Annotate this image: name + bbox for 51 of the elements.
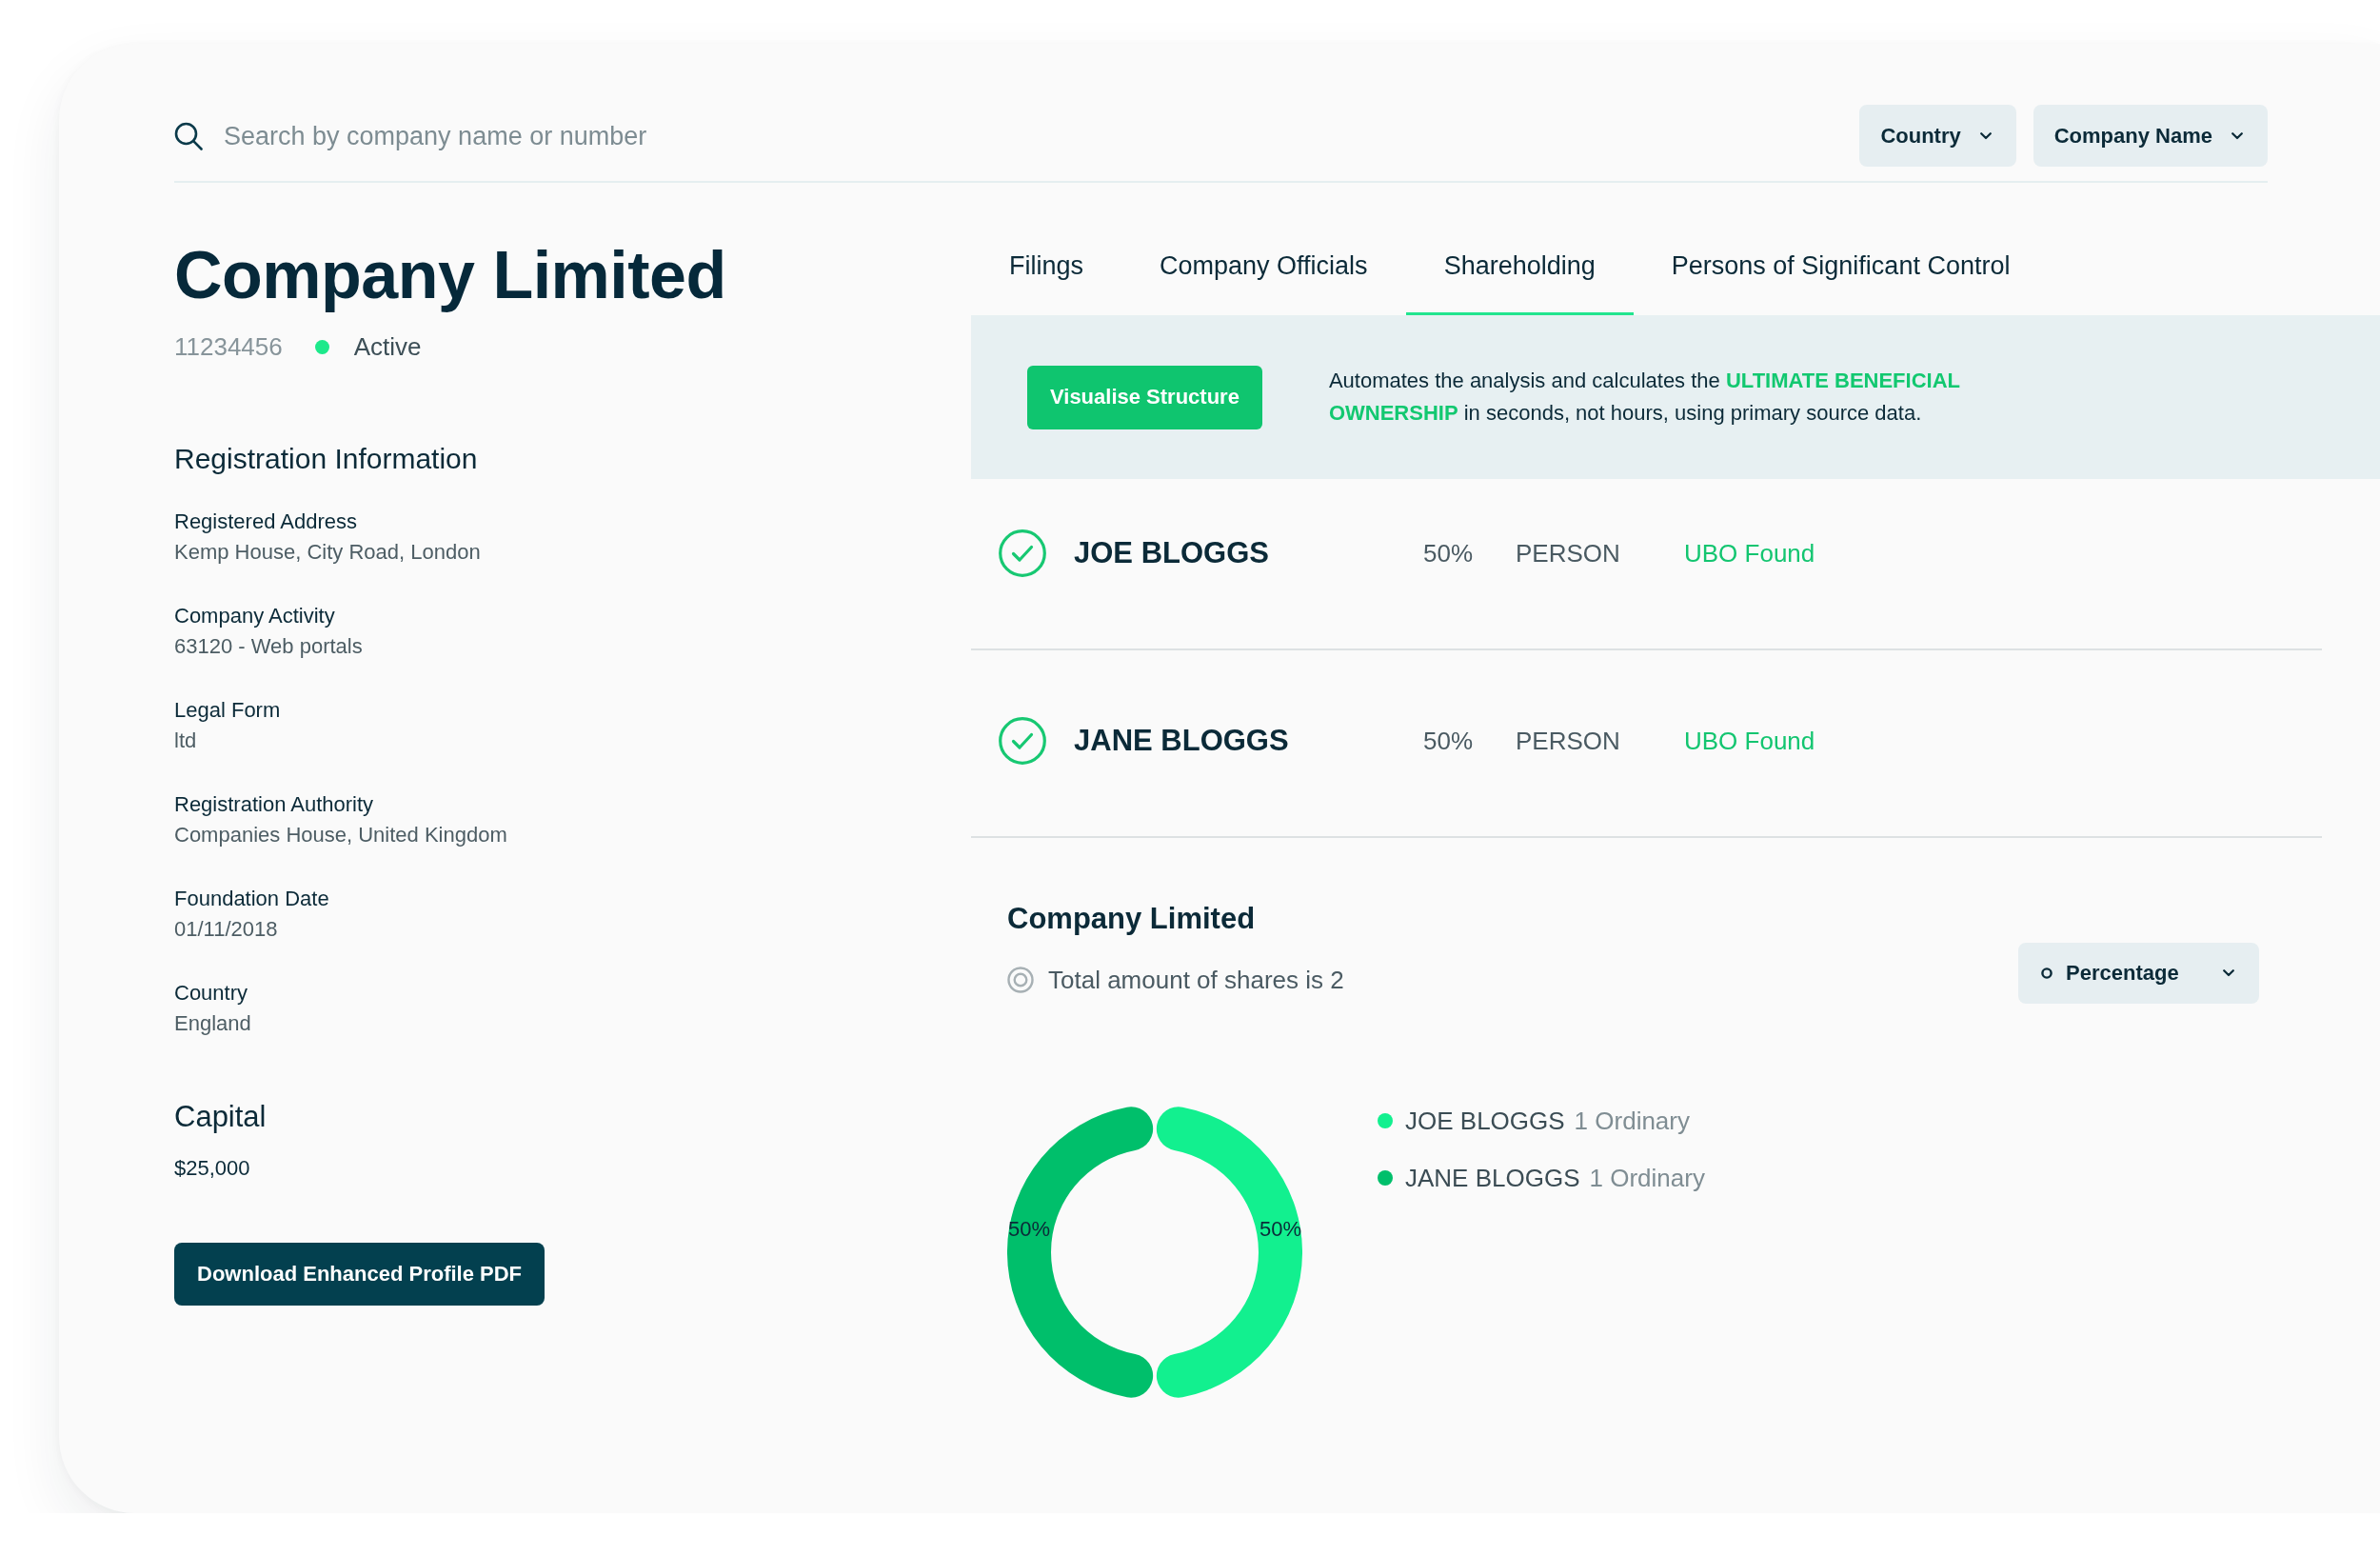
tab[interactable]: Filings [971,240,1122,315]
shareholder-type: PERSON [1516,726,1620,755]
field-label: Registration Authority [174,791,375,818]
search-field[interactable]: Search by company name or number [224,119,700,152]
field-value: 01/11/2018 [174,916,279,943]
field-label: Foundation Date [174,886,330,912]
capital-title: Capital [174,1100,268,1134]
shareholder-name: JANE BLOGGS [1074,724,1290,758]
company-title: Company Limited [174,237,727,313]
field-value: England [174,1010,252,1037]
field-label: Registered Address [174,509,358,535]
tab[interactable]: Persons of Significant Control [1633,240,2049,315]
slice-label: 50% [1008,1217,1050,1241]
shareholder-name: JOE BLOGGS [1074,536,1270,570]
section-title: Registration Information [174,442,479,476]
share-percent: 50% [1423,538,1474,568]
check-circle-icon [999,717,1046,765]
field-label: Company Activity [174,603,336,629]
company-number: 11234456 [174,331,283,362]
field-value: Companies House, United Kingdom [174,822,508,848]
banner-text: Automates the analysis and calculates the ULTIMATE BENEFICIAL OWNERSHIP in seconds, not hours, using primary source data. [1328,368,1961,427]
legend-detail: 1 Ordinary [1574,1106,1690,1137]
share-percent: 50% [1423,726,1474,755]
target-icon [1007,967,1034,993]
legend-name: JANE BLOGGS [1405,1163,1580,1194]
field-label: Legal Form [174,697,282,724]
field-label: Country [174,980,249,1007]
chart-title: Company Limited [1007,901,1257,937]
view-dropdown[interactable]: Percentage [2018,943,2259,1004]
field-value: 63120 - Web portals [174,633,364,660]
status-label: Active [353,331,422,362]
slice-label: 50% [1259,1217,1301,1241]
legend-detail: 1 Ordinary [1589,1163,1705,1194]
capital-value: $25,000 [174,1155,251,1182]
ubo-status: UBO Found [1684,726,1815,756]
field-value: ltd [174,728,198,754]
legend-name: JOE BLOGGS [1405,1106,1565,1137]
chevron-down-icon [1979,131,1992,140]
ubo-status: UBO Found [1684,538,1815,569]
shares-total: Total amount of shares is 2 [1048,965,1344,995]
filter-dropdown[interactable]: Company Name [2033,105,2268,167]
download-button[interactable]: Download Enhanced Profile PDF [174,1243,545,1306]
search-icon [174,121,203,150]
ring-icon [2041,968,2053,979]
filter-dropdown[interactable]: Country [1859,105,2016,167]
chevron-down-icon [2231,131,2243,140]
field-value: Kemp House, City Road, London [174,539,482,566]
check-circle-icon [999,529,1046,577]
tab[interactable]: Company Officials [1121,240,1406,315]
chevron-down-icon [2223,969,2234,977]
shareholder-type: PERSON [1516,538,1620,568]
